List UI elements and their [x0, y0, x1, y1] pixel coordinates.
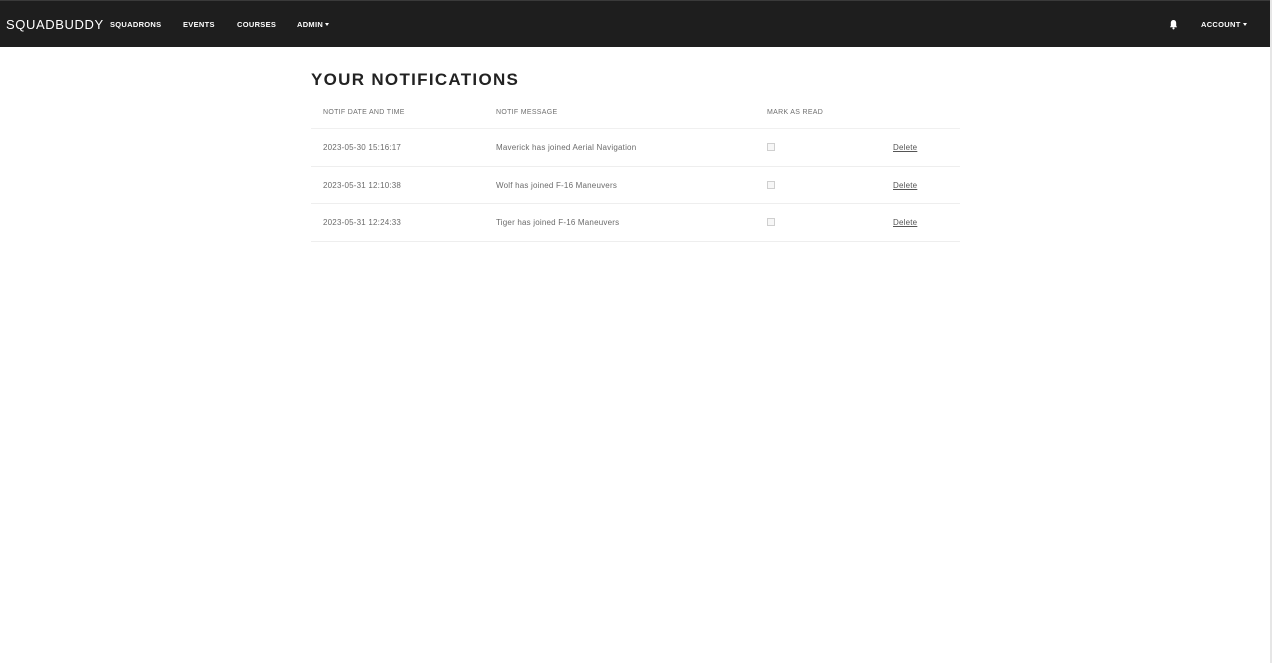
header-mark-read: MARK AS READ — [767, 109, 824, 116]
delete-link[interactable]: Delete — [893, 218, 917, 228]
chevron-down-icon — [325, 22, 330, 26]
table-row: 2023-05-30 15:16:17 Maverick has joined … — [311, 129, 960, 167]
mark-read-checkbox[interactable] — [767, 218, 775, 226]
top-navbar: SQUADBUDDY SQUADRONS EVENTS COURSES ADMI… — [0, 0, 1270, 47]
page-title: YOUR NOTIFICATIONS — [311, 70, 520, 89]
nav-courses[interactable]: COURSES — [237, 20, 276, 30]
chevron-down-icon — [1242, 22, 1247, 26]
nav-admin-dropdown[interactable]: ADMIN — [297, 20, 330, 30]
nav-events[interactable]: EVENTS — [183, 20, 215, 30]
notifications-table: NOTIF DATE AND TIME NOTIF MESSAGE MARK A… — [311, 100, 960, 242]
brand-logo[interactable]: SQUADBUDDY — [6, 17, 104, 32]
notif-message: Tiger has joined F-16 Maneuvers — [496, 218, 620, 227]
header-message: NOTIF MESSAGE — [496, 109, 558, 116]
mark-read-checkbox[interactable] — [767, 180, 775, 189]
delete-link[interactable]: Delete — [893, 181, 917, 191]
nav-account-label: ACCOUNT — [1201, 20, 1241, 29]
nav-account-dropdown[interactable]: ACCOUNT — [1201, 20, 1247, 30]
notif-message: Maverick has joined Aerial Navigation — [496, 143, 637, 152]
delete-link[interactable]: Delete — [893, 143, 917, 153]
notif-message: Wolf has joined F-16 Maneuvers — [496, 180, 618, 190]
notif-datetime: 2023-05-30 15:16:17 — [323, 143, 402, 152]
notif-datetime: 2023-05-31 12:24:33 — [323, 218, 402, 227]
nav-squadrons[interactable]: SQUADRONS — [110, 20, 161, 30]
notif-datetime: 2023-05-31 12:10:38 — [323, 180, 402, 190]
table-header: NOTIF DATE AND TIME NOTIF MESSAGE MARK A… — [311, 100, 960, 129]
mark-read-checkbox[interactable] — [767, 143, 775, 151]
table-row: 2023-05-31 12:24:33 Tiger has joined F-1… — [311, 204, 960, 242]
header-date: NOTIF DATE AND TIME — [323, 109, 405, 116]
nav-admin-label: ADMIN — [297, 20, 324, 29]
table-row: 2023-05-31 12:10:38 Wolf has joined F-16… — [311, 167, 960, 204]
bell-icon[interactable] — [1169, 19, 1178, 30]
